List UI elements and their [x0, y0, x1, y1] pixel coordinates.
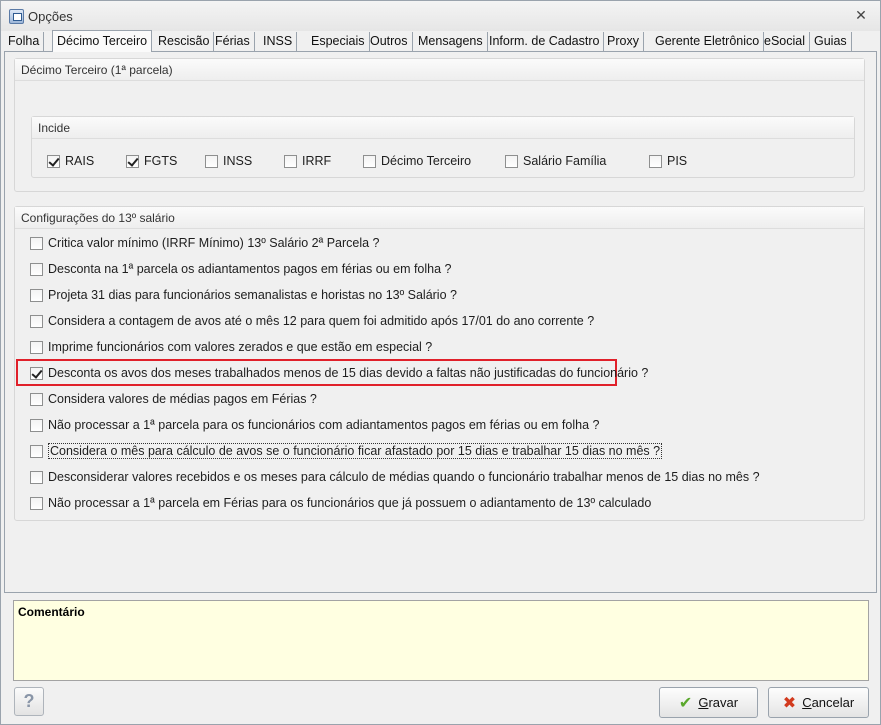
checkbox-rais[interactable] [47, 154, 60, 168]
tab-decimo-terceiro[interactable]: Décimo Terceiro [52, 30, 153, 52]
tab-outros[interactable]: Outros [366, 32, 413, 51]
tab-strip: Folha Décimo Terceiro Rescisão Férias IN… [4, 30, 876, 52]
window-title: Opções [28, 9, 73, 24]
checkbox[interactable] [30, 236, 43, 250]
checkbox-label: Considera valores de médias pagos em Fér… [48, 392, 317, 406]
checkbox-label: Considera a contagem de avos até o mês 1… [48, 314, 595, 328]
checkbox-decimo-terceiro[interactable] [363, 154, 376, 168]
incide-group-title: Incide [32, 117, 854, 139]
checkbox[interactable] [30, 470, 43, 484]
tab-ferias[interactable]: Férias [211, 32, 255, 51]
config-option-5[interactable]: Imprime funcionários com valores zerados… [30, 338, 432, 356]
config-option-8[interactable]: Não processar a 1ª parcela para os funci… [30, 416, 599, 434]
config-option-3[interactable]: Projeta 31 dias para funcionários semana… [30, 286, 457, 304]
tab-inss[interactable]: INSS [259, 32, 298, 51]
window-app-icon [9, 9, 24, 24]
checkbox-label: Imprime funcionários com valores zerados… [48, 340, 433, 354]
config-option-7[interactable]: Considera valores de médias pagos em Fér… [30, 390, 317, 408]
config-group-title: Configurações do 13º salário [15, 207, 864, 229]
comment-field[interactable]: Comentário [13, 600, 869, 681]
cancel-button[interactable]: ✖ Cancelar [768, 687, 869, 718]
checkbox[interactable] [30, 288, 43, 302]
checkbox[interactable] [30, 444, 43, 458]
checkbox-label: Projeta 31 dias para funcionários semana… [48, 288, 457, 302]
incide-irrf[interactable]: IRRF [284, 152, 331, 170]
checkbox[interactable] [30, 496, 43, 510]
checkbox-label: FGTS [144, 154, 178, 168]
save-button[interactable]: ✔ Gravar [659, 687, 758, 718]
cancel-icon: ✖ [782, 694, 797, 712]
checkbox-label: RAIS [65, 154, 95, 168]
checkbox-label: Desconsiderar valores recebidos e os mes… [48, 470, 760, 484]
first-parcel-group-title: Décimo Terceiro (1ª parcela) [15, 59, 864, 81]
tab-rescisao[interactable]: Rescisão [154, 32, 215, 51]
save-button-label: Gravar [698, 695, 739, 710]
checkbox-label: Décimo Terceiro [381, 154, 472, 168]
tab-guias[interactable]: Guias [810, 32, 852, 51]
config-option-4[interactable]: Considera a contagem de avos até o mês 1… [30, 312, 594, 330]
checkbox-label: Salário Família [523, 154, 607, 168]
help-icon: ? [23, 691, 35, 711]
config-option-1[interactable]: Critica valor mínimo (IRRF Mínimo) 13º S… [30, 234, 380, 252]
checkbox-label: Não processar a 1ª parcela em Férias par… [48, 496, 652, 510]
tab-inform-cadastro[interactable]: Inform. de Cadastro [485, 32, 605, 51]
checkbox-pis[interactable] [649, 154, 662, 168]
comment-label: Comentário [18, 605, 85, 619]
help-button[interactable]: ? [14, 687, 44, 716]
check-icon: ✔ [678, 694, 693, 712]
options-window: Opções ✕ Folha Décimo Terceiro Rescisão … [0, 0, 881, 725]
incide-pis[interactable]: PIS [649, 152, 687, 170]
title-bar: Opções ✕ [1, 1, 880, 31]
checkbox-label: Considera o mês para cálculo de avos se … [48, 443, 663, 459]
tab-esocial[interactable]: eSocial [760, 32, 810, 51]
close-icon[interactable]: ✕ [854, 8, 868, 22]
checkbox-label: PIS [667, 154, 688, 168]
tab-gerente-eletronico[interactable]: Gerente Eletrônico [651, 32, 765, 51]
tab-folha[interactable]: Folha [4, 32, 45, 51]
checkbox-label: Desconta os avos dos meses trabalhados m… [48, 366, 649, 380]
checkbox-fgts[interactable] [126, 154, 139, 168]
checkbox[interactable] [30, 418, 43, 432]
config-option-11[interactable]: Não processar a 1ª parcela em Férias par… [30, 494, 651, 512]
checkbox[interactable] [30, 366, 43, 380]
checkbox[interactable] [30, 392, 43, 406]
incide-inss[interactable]: INSS [205, 152, 252, 170]
checkbox-irrf[interactable] [284, 154, 297, 168]
tab-proxy[interactable]: Proxy [603, 32, 644, 51]
config-option-10[interactable]: Desconsiderar valores recebidos e os mes… [30, 468, 760, 486]
incide-decimo-terceiro[interactable]: Décimo Terceiro [363, 152, 471, 170]
tab-especiais[interactable]: Especiais [307, 32, 370, 51]
checkbox-label: Desconta na 1ª parcela os adiantamentos … [48, 262, 452, 276]
incide-salario-familia[interactable]: Salário Família [505, 152, 606, 170]
checkbox[interactable] [30, 314, 43, 328]
config-option-6[interactable]: Desconta os avos dos meses trabalhados m… [30, 364, 648, 382]
checkbox-label: Critica valor mínimo (IRRF Mínimo) 13º S… [48, 236, 380, 250]
checkbox[interactable] [30, 340, 43, 354]
checkbox-salario-familia[interactable] [505, 154, 518, 168]
tab-mensagens[interactable]: Mensagens [414, 32, 488, 51]
checkbox-label: INSS [223, 154, 253, 168]
config-option-9[interactable]: Considera o mês para cálculo de avos se … [30, 442, 663, 460]
checkbox[interactable] [30, 262, 43, 276]
config-option-2[interactable]: Desconta na 1ª parcela os adiantamentos … [30, 260, 451, 278]
checkbox-label: IRRF [302, 154, 332, 168]
checkbox-inss[interactable] [205, 154, 218, 168]
checkbox-label: Não processar a 1ª parcela para os funci… [48, 418, 600, 432]
incide-rais[interactable]: RAIS [47, 152, 94, 170]
cancel-button-label: Cancelar [802, 695, 855, 710]
incide-fgts[interactable]: FGTS [126, 152, 177, 170]
